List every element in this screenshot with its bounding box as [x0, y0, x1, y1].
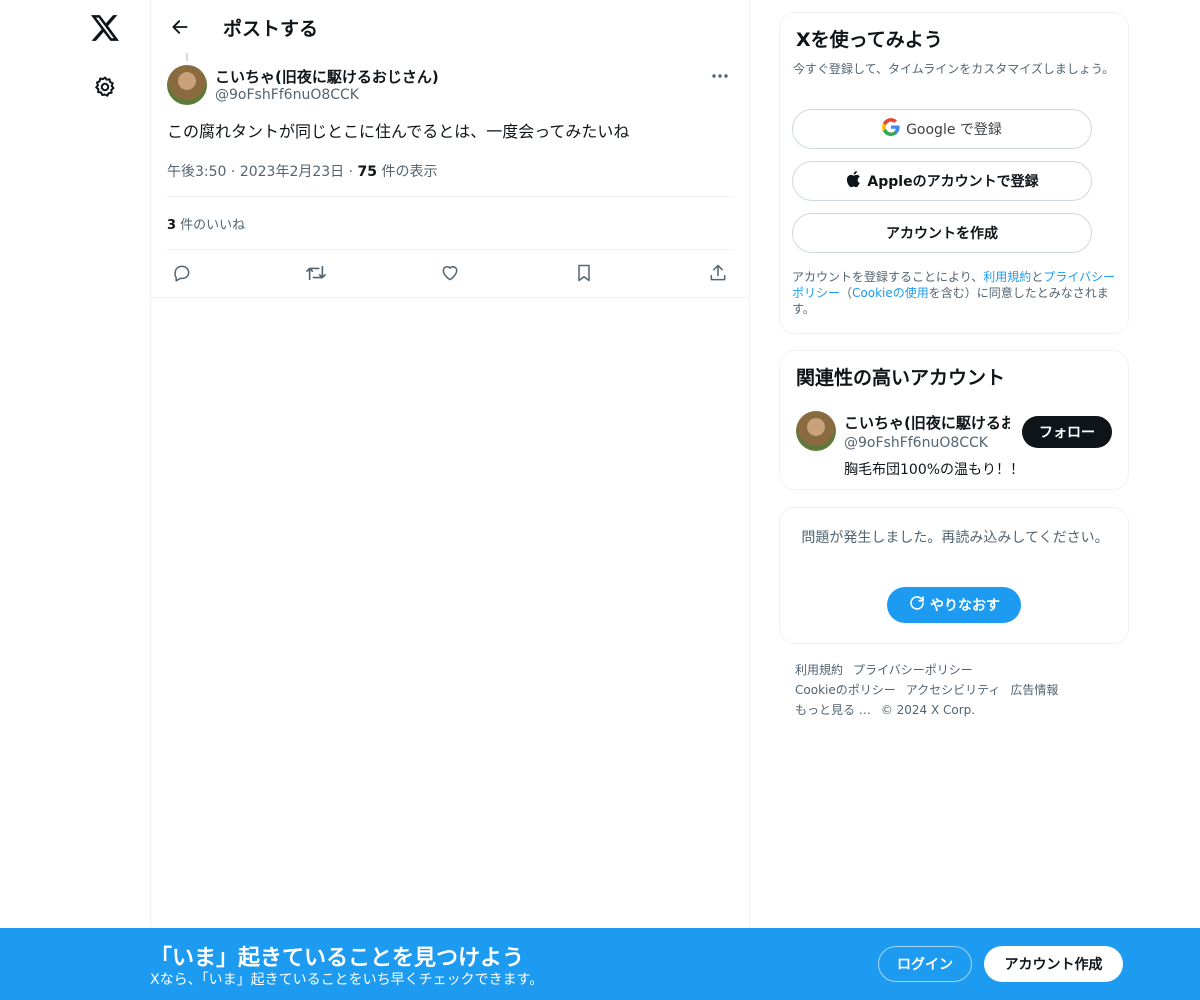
related-accounts-card: 関連性の高いアカウント こいちゃ(旧夜に駆けるおじさん) @9oFshFf6nu… — [779, 350, 1129, 490]
share-icon[interactable] — [703, 258, 733, 288]
error-message: 問題が発生しました。再読み込みしてください。 — [801, 530, 1109, 546]
signup-card: Xを使ってみよう 今すぐ登録して、タイムラインをカスタマイズしましょう。 Goo… — [779, 12, 1129, 334]
related-account-handle[interactable]: @9oFshFf6nuO8CCK — [844, 435, 988, 451]
post-text: この腐れタントが同じとこに住んでるとは、一度会ってみたいね — [167, 122, 630, 141]
apple-signup-button[interactable]: Appleのアカウントで登録 — [792, 161, 1092, 201]
footer-links: 利用規約 プライバシーポリシー Cookieのポリシー アクセシビリティ 広告情報 も… — [795, 660, 1115, 720]
google-signup-label: Google で登録 — [906, 122, 1002, 138]
legal-and: と — [1031, 270, 1044, 284]
divider — [151, 297, 749, 298]
bottom-create-account-button[interactable]: アカウント作成 — [984, 946, 1123, 982]
bottom-bar-title: 「いま」起きていることを見つけよう — [150, 946, 525, 971]
left-nav — [0, 0, 150, 1000]
divider — [167, 196, 734, 197]
post-actions — [167, 258, 734, 288]
google-signup-button[interactable]: Google で登録 — [792, 109, 1092, 149]
more-icon[interactable] — [703, 65, 737, 87]
footer-accessibility-link[interactable]: アクセシビリティ — [906, 683, 1001, 697]
follow-button[interactable]: フォロー — [1022, 416, 1112, 448]
retry-label: やりなおす — [930, 598, 1000, 614]
footer-cookie-link[interactable]: Cookieのポリシー — [795, 683, 896, 697]
error-card: 問題が発生しました。再読み込みしてください。 やりなおす — [779, 507, 1129, 644]
likes-label: 件のいいね — [176, 218, 246, 233]
post-date[interactable]: 2023年2月23日 — [240, 164, 344, 180]
terms-link[interactable]: 利用規約 — [983, 270, 1031, 284]
page-title: ポストする — [223, 18, 319, 40]
post-meta: 午後3:50 · 2023年2月23日 · 75 件の表示 — [167, 161, 437, 181]
meta-separator: · — [230, 164, 240, 180]
main-column: ポストする こいちゃ(旧夜に駆けるおじさん) @9oFshFf6nuO8CCK … — [150, 0, 750, 1000]
refresh-icon — [908, 594, 926, 616]
back-arrow-icon[interactable] — [163, 10, 197, 44]
header: ポストする — [151, 0, 749, 53]
signup-subtitle: 今すぐ登録して、タイムラインをカスタマイズしましょう。 — [793, 62, 1115, 76]
create-account-label: アカウントを作成 — [886, 226, 998, 242]
create-account-button[interactable]: アカウントを作成 — [792, 213, 1092, 253]
legal-pre: アカウントを登録することにより、 — [792, 270, 984, 284]
author-handle[interactable]: @9oFshFf6nuO8CCK — [215, 87, 359, 103]
avatar[interactable] — [167, 65, 207, 105]
legal-open: （ — [840, 286, 853, 300]
like-icon[interactable] — [435, 258, 465, 288]
avatar[interactable] — [796, 411, 836, 451]
related-title: 関連性の高いアカウント — [796, 367, 1006, 389]
legal-text: アカウントを登録することにより、利用規約とプライバシーポリシー（Cookieの使… — [792, 269, 1122, 317]
google-icon — [882, 118, 900, 140]
divider — [167, 249, 734, 250]
reply-icon[interactable] — [167, 258, 197, 288]
repost-icon[interactable] — [301, 258, 331, 288]
footer-ads-link[interactable]: 広告情報 — [1010, 683, 1058, 697]
footer-privacy-link[interactable]: プライバシーポリシー — [853, 663, 973, 677]
likes-link[interactable]: 3 件のいいね — [167, 214, 245, 233]
x-logo-icon[interactable] — [87, 12, 123, 44]
cookie-link[interactable]: Cookieの使用 — [852, 286, 929, 300]
likes-count: 3 — [167, 218, 177, 233]
retry-button[interactable]: やりなおす — [887, 587, 1021, 623]
post-author: こいちゃ(旧夜に駆けるおじさん) @9oFshFf6nuO8CCK — [167, 65, 737, 107]
meta-separator: · — [348, 164, 358, 180]
login-button[interactable]: ログイン — [878, 946, 972, 982]
post-time[interactable]: 午後3:50 — [167, 164, 226, 180]
thread-line — [186, 53, 188, 61]
views-count: 75 — [357, 164, 378, 180]
related-account-bio: 胸毛布団100%の温もり！！ — [844, 462, 1025, 478]
signup-title: Xを使ってみよう — [796, 29, 943, 51]
bottom-bar-subtitle: Xなら、「いま」起きていることをいち早くチェックできます。 — [150, 972, 544, 988]
footer-copyright: © 2024 X Corp. — [880, 703, 976, 717]
apple-signup-label: Appleのアカウントで登録 — [867, 174, 1039, 190]
views-label: 件の表示 — [377, 164, 438, 180]
author-name[interactable]: こいちゃ(旧夜に駆けるおじさん) — [215, 66, 439, 87]
gear-icon[interactable] — [89, 71, 121, 103]
bookmark-icon[interactable] — [569, 258, 599, 288]
footer-more-link[interactable]: もっと見る … — [795, 703, 871, 717]
footer-terms-link[interactable]: 利用規約 — [795, 663, 843, 677]
apple-icon — [845, 170, 861, 192]
related-account-name[interactable]: こいちゃ(旧夜に駆けるおじさん) — [844, 412, 1010, 433]
